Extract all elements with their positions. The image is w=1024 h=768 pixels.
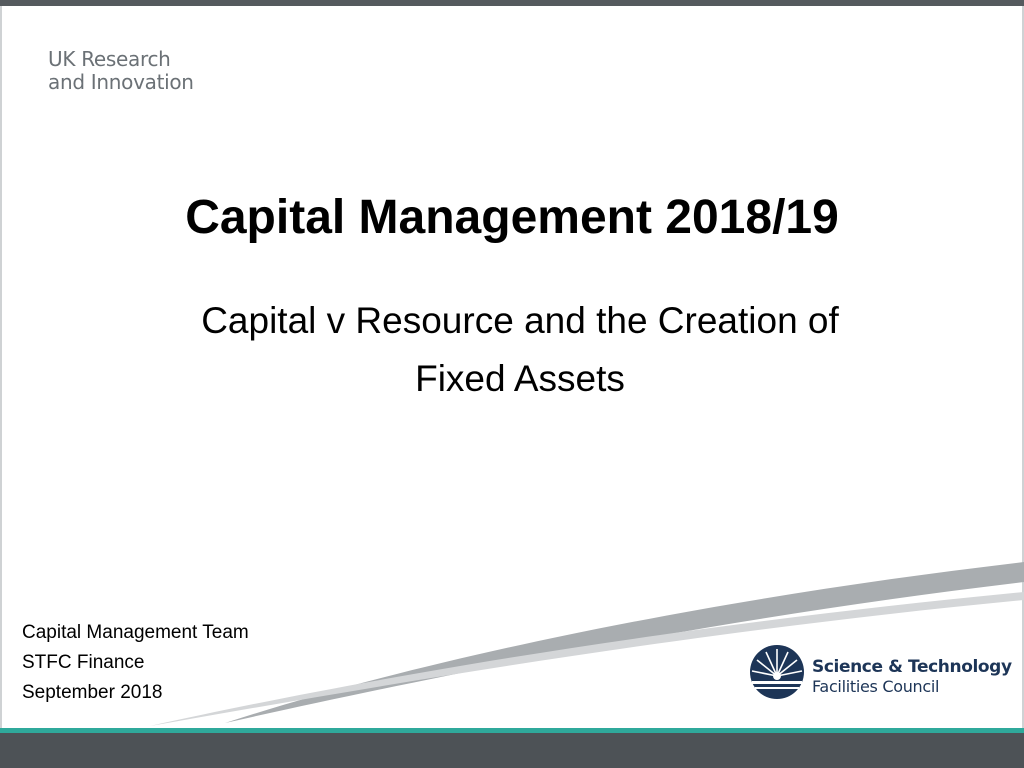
- ukri-logo: UK Research and Innovation: [48, 48, 194, 94]
- subtitle-line1: Capital v Resource and the Creation of: [201, 300, 839, 341]
- ukri-logo-line1: UK Research: [48, 47, 171, 71]
- slide-subtitle: Capital v Resource and the Creation of F…: [110, 292, 930, 408]
- bottom-bar: [0, 733, 1024, 768]
- footer-team: Capital Management Team: [22, 622, 249, 643]
- stfc-logo-line1: Science & Technology: [812, 657, 1012, 677]
- footer-info: Capital Management Team STFC Finance Sep…: [22, 618, 249, 708]
- ukri-logo-line2: and Innovation: [48, 70, 194, 94]
- slide-title: Capital Management 2018/19: [185, 191, 839, 244]
- footer-date: September 2018: [22, 682, 163, 703]
- footer-department: STFC Finance: [22, 652, 145, 673]
- stfc-logo-text: Science & Technology Facilities Council: [812, 657, 1012, 697]
- top-border: [0, 0, 1024, 6]
- stfc-logo-line2: Facilities Council: [812, 677, 940, 696]
- subtitle-line2: Fixed Assets: [415, 358, 625, 399]
- stfc-sunburst-icon: [750, 645, 804, 699]
